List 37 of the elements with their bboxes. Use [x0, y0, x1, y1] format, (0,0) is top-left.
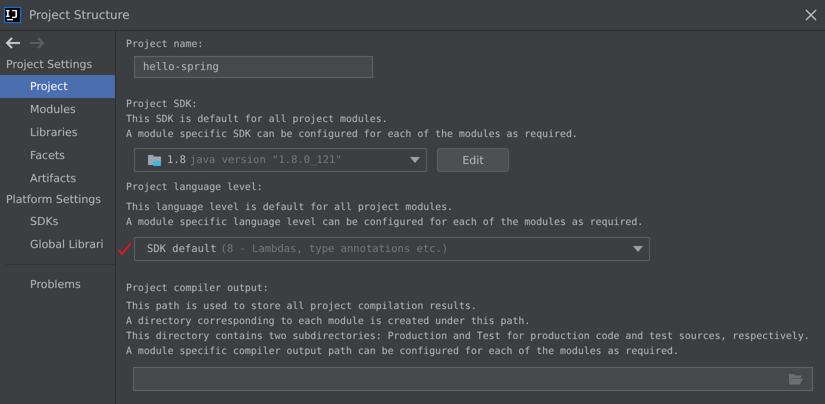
sidebar-item[interactable]: Libraries [0, 121, 115, 144]
description-text: A module specific language level can be configured for each of the modules as required. [126, 216, 644, 230]
dropdown-caret-icon [633, 246, 643, 252]
output-path-field[interactable] [133, 367, 813, 391]
field-label: Project SDK: [126, 98, 198, 112]
description-text: A module specific compiler output path can be configured for each of the modules as required. [126, 345, 680, 359]
sidebar-heading: Project Settings [5, 57, 94, 73]
edit-button[interactable]: Edit [437, 148, 509, 172]
sidebar-item[interactable]: Facets [0, 144, 115, 167]
folder-icon [147, 153, 163, 167]
project-name-field[interactable]: hello-spring [134, 56, 373, 78]
sidebar-item[interactable]: Artifacts [0, 167, 115, 190]
forward-arrow-icon[interactable] [29, 37, 45, 49]
description-text: This directory contains two subdirectories: Production and Test for production code and test sources, respectively. [126, 330, 811, 344]
description-text: This SDK is default for all project modules. [126, 113, 389, 127]
description-text: A directory corresponding to each module is created under this path. [126, 315, 532, 329]
field-label: Project language level: [126, 181, 264, 195]
sidebar-item[interactable]: Problems [0, 273, 115, 296]
checkmark-icon [118, 242, 132, 256]
language-level-dropdown[interactable]: SDK default (8 - Lambdas, type annotations etc.) [134, 237, 650, 261]
app-logo-icon [4, 7, 21, 23]
back-arrow-icon[interactable] [5, 37, 21, 49]
sidebar-item[interactable]: Project [0, 75, 115, 98]
sdk-dropdown[interactable]: 1.8 java version "1.8.0_121" [134, 148, 427, 172]
window-title: Project Structure [29, 8, 131, 22]
sidebar-heading: Platform Settings [5, 192, 102, 208]
dropdown-caret-icon [410, 157, 420, 163]
description-text: This language level is default for all project modules. [126, 201, 454, 215]
sidebar-item[interactable]: Global Librari [0, 233, 115, 256]
close-icon[interactable] [805, 9, 817, 21]
folder-icon[interactable] [788, 373, 804, 385]
description-text: A module specific SDK can be configured for each of the modules as required. [126, 128, 579, 142]
description-text: This path is used to store all project compilation results. [126, 300, 478, 314]
field-label: Project compiler output: [126, 282, 270, 296]
field-label: Project name: [126, 38, 204, 52]
sidebar-item[interactable]: SDKs [0, 210, 115, 233]
sidebar-item[interactable]: Modules [0, 98, 115, 121]
